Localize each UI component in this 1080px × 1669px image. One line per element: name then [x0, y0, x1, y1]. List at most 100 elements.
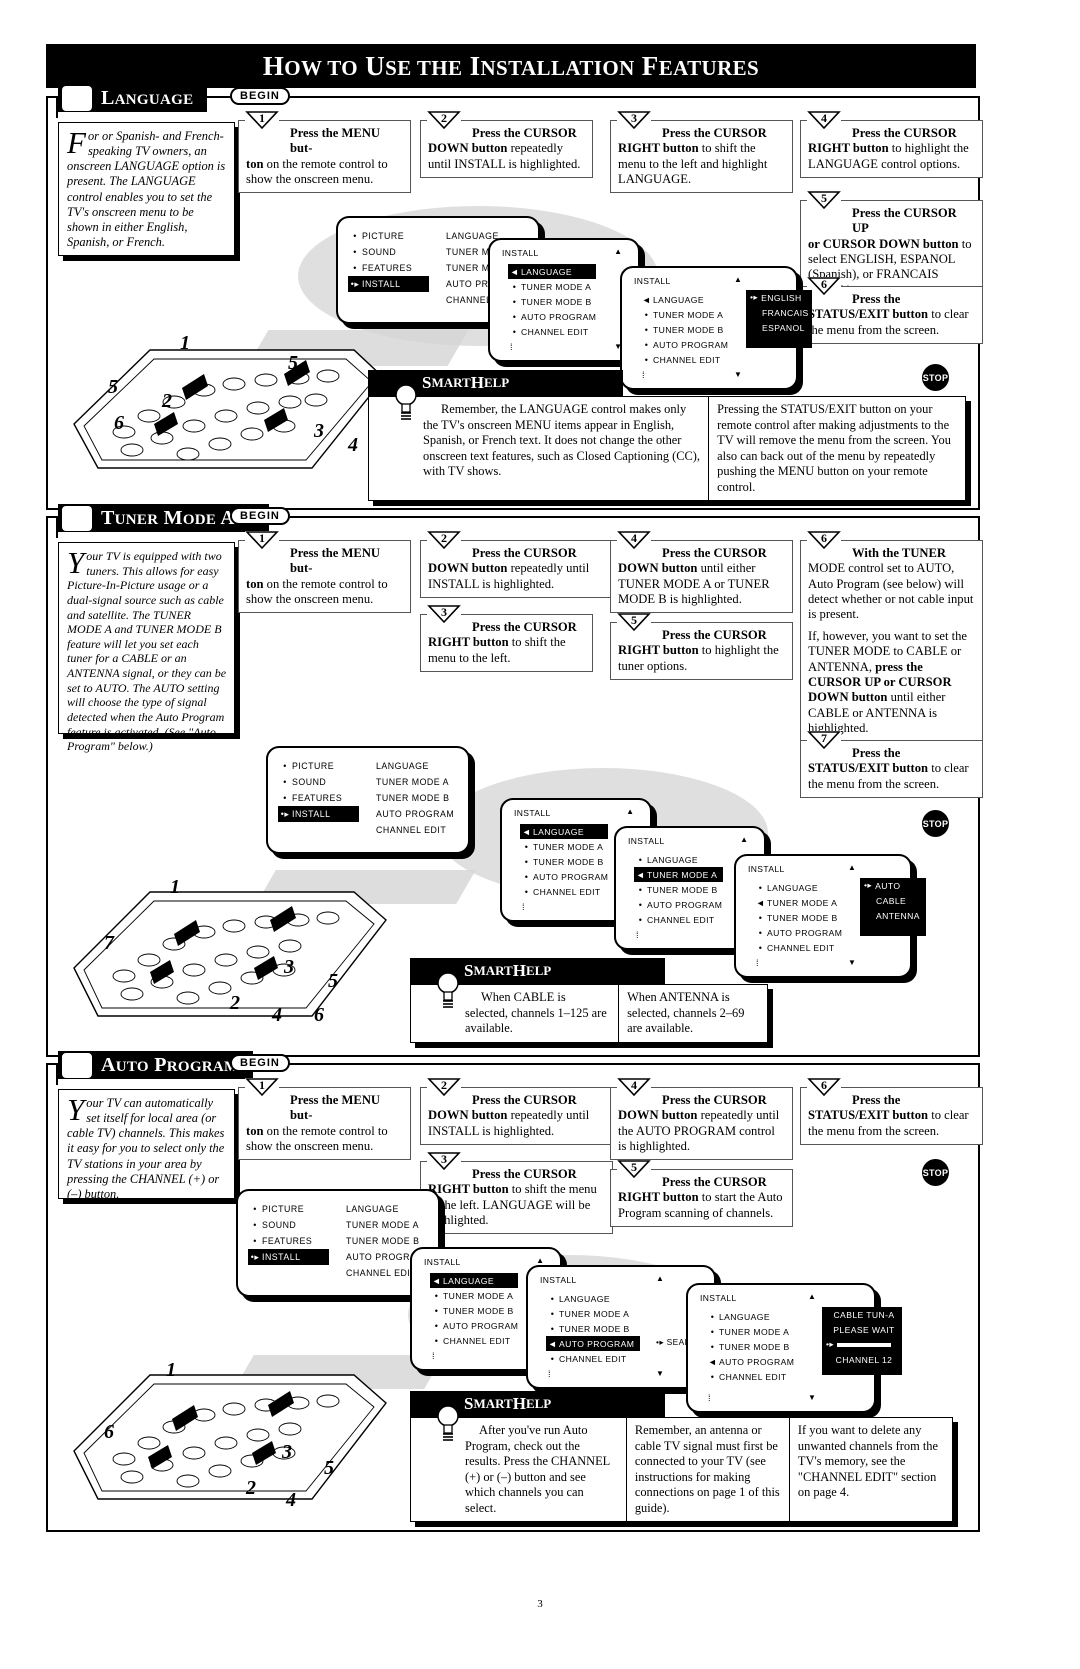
callout-2: 2: [162, 390, 172, 412]
osd-title: INSTALL: [540, 1275, 577, 1285]
osd-row[interactable]: ◄ AUTO PROGRAM: [706, 1354, 794, 1369]
osd-row-selected[interactable]: •▸ INSTALL: [278, 806, 359, 822]
step-number-badge: 3: [427, 1152, 461, 1171]
scroll-up-icon[interactable]: ▲: [614, 248, 622, 256]
scroll-up-icon[interactable]: ▲: [536, 1257, 544, 1265]
osd-row[interactable]: • CHANNEL EDIT: [754, 940, 842, 955]
intro-language: For or Spanish- and French-speaking TV o…: [58, 122, 235, 256]
osd-row[interactable]: • AUTO PROGRAM: [508, 309, 596, 324]
osd-row[interactable]: • FEATURES: [248, 1233, 329, 1249]
osd-row-selected[interactable]: •▸ INSTALL: [248, 1249, 329, 1265]
osd-row[interactable]: • LANGUAGE: [546, 1291, 640, 1306]
osd-row[interactable]: • AUTO PROGRAM: [520, 869, 608, 884]
scroll-up-icon[interactable]: ▲: [626, 808, 634, 816]
osd-row[interactable]: • LANGUAGE: [706, 1309, 794, 1324]
step-2-auto: 2 Press the CURSOR DOWN button repeatedl…: [420, 1078, 613, 1146]
osd-row[interactable]: • FEATURES: [348, 260, 429, 276]
step-number-badge: 3: [617, 111, 651, 130]
osd-row[interactable]: • CHANNEL EDIT: [640, 352, 728, 367]
osd-row[interactable]: • TUNER MODE A: [430, 1288, 518, 1303]
callout-3: 3: [282, 1441, 292, 1463]
osd-row[interactable]: • AUTO PROGRAM: [640, 337, 728, 352]
osd-row[interactable]: • TUNER MODE B: [430, 1303, 518, 1318]
osd-status-line-3: CHANNEL 12: [835, 1354, 893, 1365]
section-auto-program: AUTO PROGRAM BEGIN Your TV can automatic…: [46, 1051, 983, 1532]
osd-row[interactable]: • CHANNEL EDIT: [546, 1351, 640, 1366]
osd-row[interactable]: • AUTO PROGRAM: [754, 925, 842, 940]
osd-row[interactable]: • LANGUAGE: [634, 852, 723, 867]
osd-row[interactable]: ◄ TUNER MODE A: [754, 895, 842, 910]
osd-option[interactable]: ESPANOL: [746, 320, 812, 335]
osd-row-selected[interactable]: ◄ TUNER MODE A: [634, 867, 724, 882]
osd-row-selected[interactable]: •▸ INSTALL: [348, 276, 429, 292]
scroll-up-icon[interactable]: ▲: [656, 1275, 664, 1283]
osd-row[interactable]: • TUNER MODE A: [706, 1324, 794, 1339]
osd-row[interactable]: ◄ LANGUAGE: [640, 292, 728, 307]
smart-help-column: Pressing the STATUS/EXIT button on your …: [708, 397, 965, 500]
begin-tick: [56, 516, 58, 538]
step-text-bold: Press the CURSOR UP: [852, 206, 957, 236]
step-6-tuner: 6 With the TUNER MODE control set to AUT…: [800, 531, 983, 743]
osd-row[interactable]: • TUNER MODE A: [640, 307, 728, 322]
osd-row[interactable]: • SOUND: [278, 774, 359, 790]
osd-option-selected[interactable]: •▸ ENGLISH: [746, 290, 812, 305]
osd-row[interactable]: • TUNER MODE B: [754, 910, 842, 925]
osd-row[interactable]: • FEATURES: [278, 790, 359, 806]
osd-row[interactable]: • SOUND: [348, 244, 429, 260]
osd-option-selected[interactable]: •▸ AUTO: [860, 878, 926, 893]
step-text-bold: With the TUNER: [852, 546, 947, 560]
osd-row[interactable]: • CHANNEL EDIT: [634, 912, 723, 927]
scroll-up-icon[interactable]: ▲: [848, 864, 856, 872]
step-4-language: 4 Press the CURSOR RIGHT button to highl…: [800, 111, 983, 179]
osd-row[interactable]: • LANGUAGE: [754, 880, 842, 895]
osd-row[interactable]: • TUNER MODE A: [546, 1306, 640, 1321]
osd-row[interactable]: • SOUND: [248, 1217, 329, 1233]
osd-row[interactable]: • CHANNEL EDIT: [706, 1369, 794, 1384]
step-text-bold: Press the CURSOR: [662, 1093, 767, 1107]
step-number-badge: 6: [807, 1078, 841, 1097]
step-6-language: 6 Press the STATUS/EXIT button to clear …: [800, 277, 983, 345]
scroll-up-icon[interactable]: ▲: [740, 836, 748, 844]
osd-row[interactable]: • TUNER MODE B: [546, 1321, 640, 1336]
osd-row[interactable]: • TUNER MODE B: [640, 322, 728, 337]
step-text-bold: Press the CURSOR: [662, 126, 767, 140]
osd-row[interactable]: • CHANNEL EDIT: [508, 324, 596, 339]
osd-row[interactable]: • TUNER MODE A: [508, 279, 596, 294]
osd-row[interactable]: • PICTURE: [248, 1201, 329, 1217]
osd-option[interactable]: CABLE: [860, 893, 926, 908]
osd-row-selected[interactable]: ◄ LANGUAGE: [508, 264, 597, 279]
callout-5: 5: [108, 376, 118, 398]
osd-title: INSTALL: [502, 248, 539, 258]
scroll-down-icon[interactable]: ▼: [808, 1394, 816, 1402]
osd-option[interactable]: FRANCAIS: [746, 305, 812, 320]
osd-row-selected[interactable]: ◄ LANGUAGE: [520, 824, 609, 839]
osd-row[interactable]: • TUNER MODE B: [634, 882, 723, 897]
osd-option[interactable]: ANTENNA: [860, 908, 926, 923]
osd-row[interactable]: • TUNER MODE B: [508, 294, 596, 309]
smart-help-column: When ANTENNA is selected, channels 2–69 …: [618, 985, 767, 1042]
scroll-up-icon[interactable]: ▲: [808, 1293, 816, 1301]
scroll-down-icon[interactable]: ▼: [734, 371, 742, 379]
osd-row[interactable]: • TUNER MODE B: [520, 854, 608, 869]
osd-row-selected[interactable]: ◄ LANGUAGE: [430, 1273, 519, 1288]
step-number-badge: 5: [617, 613, 651, 632]
osd-title: INSTALL: [700, 1293, 737, 1303]
osd-row[interactable]: • TUNER MODE B: [706, 1339, 794, 1354]
osd-row: LANGUAGE: [376, 761, 429, 771]
osd-row[interactable]: • AUTO PROGRAM: [430, 1318, 518, 1333]
osd-row[interactable]: • TUNER MODE A: [520, 839, 608, 854]
osd-row[interactable]: • CHANNEL EDIT: [430, 1333, 518, 1348]
osd-more-icon: ⁞: [708, 1393, 711, 1403]
osd-row[interactable]: • CHANNEL EDIT: [520, 884, 608, 899]
step-2-tuner: 2 Press the CURSOR DOWN button repeatedl…: [420, 531, 613, 599]
osd-row[interactable]: • AUTO PROGRAM: [634, 897, 723, 912]
scroll-up-icon[interactable]: ▲: [734, 276, 742, 284]
osd-row[interactable]: • PICTURE: [348, 228, 429, 244]
callout-4: 4: [272, 1004, 282, 1026]
osd-row[interactable]: • PICTURE: [278, 758, 359, 774]
scroll-down-icon[interactable]: ▼: [848, 959, 856, 967]
osd-row-selected[interactable]: ◄ AUTO PROGRAM: [546, 1336, 641, 1351]
step-number-badge: 7: [807, 731, 841, 750]
callout-4: 4: [286, 1489, 296, 1511]
scroll-down-icon[interactable]: ▼: [656, 1370, 664, 1378]
